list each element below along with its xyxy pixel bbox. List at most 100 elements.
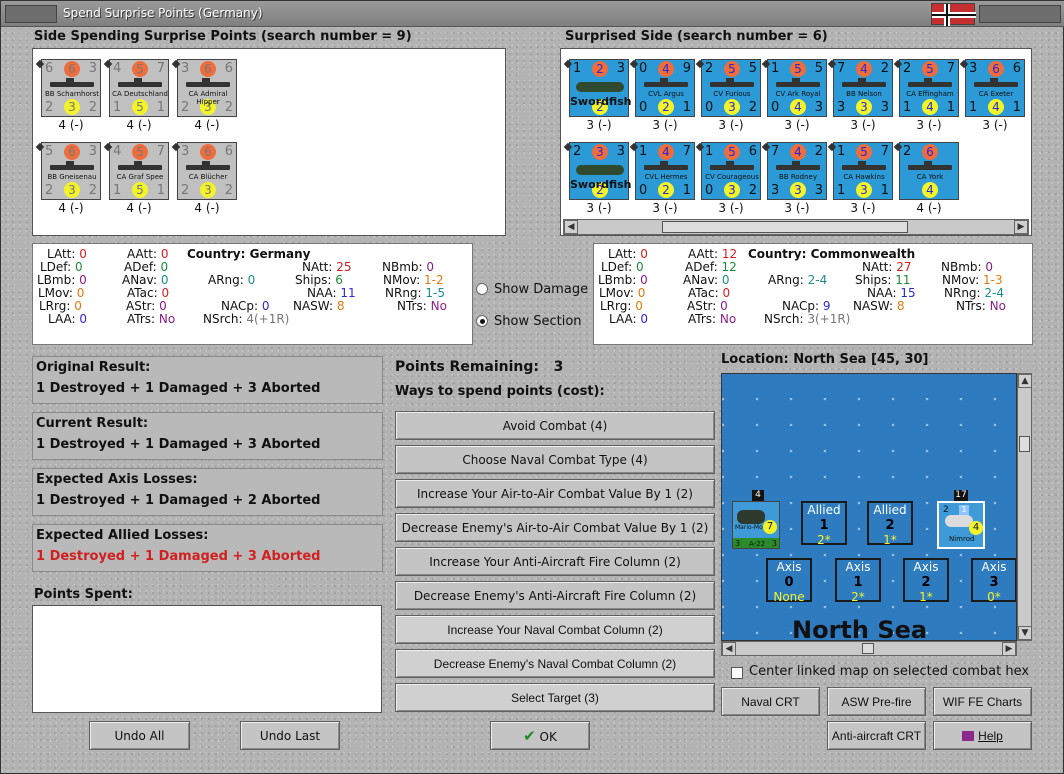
unit-counter[interactable]: 1 5 5 0 4 3 CV Ark Royal: [767, 59, 827, 117]
show-section-radio[interactable]: Show Section: [476, 314, 582, 329]
counter-caption: 4 (-): [194, 201, 220, 215]
scroll-left-arrow-icon[interactable]: ◀: [722, 642, 736, 656]
anti-aircraft-crt-button[interactable]: Anti-aircraft CRT: [827, 721, 926, 750]
scroll-down-arrow-icon[interactable]: ▼: [1018, 626, 1032, 640]
ship-icon: [776, 78, 820, 87]
spend-option-button[interactable]: Increase Your Air-to-Air Combat Value By…: [395, 479, 715, 508]
unit-counter[interactable]: 2 5 5 0 3 2 CV Furious: [701, 59, 761, 117]
unit-counter[interactable]: 7 4 2 3 3 3 BB Rodney: [767, 142, 827, 200]
center-map-checkbox[interactable]: [731, 667, 743, 679]
counter-name: CVL Hermes: [644, 173, 688, 181]
counter-bl: 1: [837, 183, 846, 198]
undo-all-button[interactable]: Undo All: [89, 721, 190, 750]
scroll-left-arrow-icon[interactable]: ◀: [564, 220, 578, 234]
unit-counter[interactable]: 3 6 6 2 3 2 CA Blücher: [177, 142, 237, 200]
map-v-scroll-thumb[interactable]: [1019, 436, 1030, 452]
counter-bl: 0: [639, 100, 648, 115]
axis-section-box[interactable]: Axis 0 None: [766, 558, 812, 604]
counter-tl: 7: [837, 61, 846, 76]
map-horizontal-scrollbar[interactable]: ◀ ▶: [721, 641, 1017, 656]
allied-section-box[interactable]: Allied 2 1*: [867, 501, 913, 547]
unit-counter[interactable]: 1 4 7 0 2 1 CVL Hermes: [635, 142, 695, 200]
aircraft-icon: [737, 510, 765, 524]
counter-tr: 5: [748, 61, 757, 76]
allied-scroll-thumb[interactable]: [662, 221, 908, 233]
unit-counter[interactable]: 6 6 3 2 3 2 BB Scharnhorst: [41, 59, 101, 117]
counter-bc: 2: [658, 182, 674, 198]
help-button[interactable]: Help: [933, 721, 1032, 750]
unit-counter[interactable]: 4 5 7 1 5 1 CA Deutschland: [109, 59, 169, 117]
allied-section-box[interactable]: Allied 1 2*: [801, 501, 847, 547]
spend-option-button[interactable]: Avoid Combat (4): [395, 411, 715, 440]
scroll-up-arrow-icon[interactable]: ▲: [1018, 374, 1032, 388]
counter-caption: 4 (-): [58, 118, 84, 132]
unit-counter[interactable]: 5 6 3 2 3 2 BB Gneisenau: [41, 142, 101, 200]
unit-counter[interactable]: 2 5 7 1 4 1 CA Effingham: [899, 59, 959, 117]
axis-section-box[interactable]: Axis 2 1*: [903, 558, 949, 604]
ok-button[interactable]: ✔ OK: [490, 721, 590, 750]
map-h-scroll-thumb[interactable]: [862, 643, 874, 654]
unit-counter[interactable]: 3 6 6 1 4 1 CA Exeter: [965, 59, 1025, 117]
counter-bc: 4: [922, 182, 938, 198]
help-book-icon: [962, 731, 975, 741]
unit-counter[interactable]: 1 5 6 0 3 2 CV Courageous: [701, 142, 761, 200]
naval-crt-button[interactable]: Naval CRT: [721, 687, 820, 716]
asw-prefire-crt-button[interactable]: ASW Pre-fire CRT: [827, 687, 926, 737]
spend-option-button[interactable]: Decrease Enemy's Air-to-Air Combat Value…: [395, 513, 715, 542]
counter-tc: 5: [856, 144, 872, 160]
scroll-right-arrow-icon[interactable]: ▶: [1002, 642, 1016, 656]
ship-icon: [644, 161, 688, 170]
window-controls[interactable]: [979, 5, 1061, 23]
counter-bl: 0: [705, 183, 714, 198]
counter-tc: 6: [64, 144, 80, 160]
ship-icon: [908, 78, 952, 87]
wif-fe-charts-button[interactable]: WIF FE Charts: [933, 687, 1032, 716]
points-spent-list[interactable]: [32, 605, 382, 713]
counter-bc: 4: [988, 99, 1004, 115]
counter-name: CA Exeter: [978, 90, 1014, 98]
ship-icon: [186, 161, 230, 170]
allied-units-scrollbar[interactable]: ◀ ▶: [563, 219, 1029, 235]
points-remaining-value: 3: [553, 359, 564, 375]
spend-option-button[interactable]: Increase Your Naval Combat Column (2): [395, 615, 715, 644]
map-vertical-scrollbar[interactable]: ▲ ▼: [1017, 373, 1032, 641]
counter-br: 2: [748, 183, 757, 198]
counter-tc: 4: [658, 144, 674, 160]
unit-counter[interactable]: 1 5 7 1 3 1 CA Hawkins: [833, 142, 893, 200]
unit-counter[interactable]: 3 6 6 2 3 2 CA Admiral Hipper: [177, 59, 237, 117]
ship-icon: [908, 161, 952, 170]
counter-br: 1: [682, 183, 691, 198]
spend-option-button[interactable]: Increase Your Anti-Aircraft Fire Column …: [395, 547, 715, 576]
spend-option-button[interactable]: Decrease Enemy's Naval Combat Column (2): [395, 649, 715, 678]
counter-tl: 0: [639, 61, 648, 76]
undo-last-button[interactable]: Undo Last: [240, 721, 340, 750]
ship-icon: [710, 161, 754, 170]
unit-counter[interactable]: 2 3 3 2 Swordfish: [569, 142, 631, 200]
window-menu-button[interactable]: [5, 5, 57, 23]
counter-tc: 4: [658, 61, 674, 77]
counter-caption: 4 (-): [194, 118, 220, 132]
unit-counter[interactable]: 1 2 3 2 Swordfish: [569, 59, 631, 117]
germany-flag-icon: [931, 3, 976, 26]
spend-option-button[interactable]: Choose Naval Combat Type (4): [395, 445, 715, 474]
unit-counter[interactable]: 7 4 2 3 3 3 BB Nelson: [833, 59, 893, 117]
spend-option-button[interactable]: Select Target (3): [395, 683, 715, 712]
map-unit-mario-moreno[interactable]: Mario-Moreno 7 3 A-22 3: [732, 501, 780, 549]
counter-tl: 2: [903, 144, 912, 159]
unit-counter[interactable]: 4 5 7 1 5 1 CA Graf Spee: [109, 142, 169, 200]
axis-section-box[interactable]: Axis 1 2*: [835, 558, 881, 604]
stack-count: 4: [752, 490, 764, 501]
unit-counter[interactable]: 0 4 9 0 2 1 CVL Argus: [635, 59, 695, 117]
show-damage-radio[interactable]: Show Damage: [476, 282, 588, 297]
unit-counter[interactable]: 2 6 4 CA York: [899, 142, 959, 200]
counter-name: BB Gneisenau: [47, 173, 97, 181]
map-view[interactable]: Allied 1 2* Allied 2 1* Axis 0 None Axis 1 2* Axis 2 1…: [721, 373, 1017, 641]
map-unit-nimrod[interactable]: 2 1 4 Nimrod: [937, 501, 985, 549]
counter-tr: 6: [224, 61, 233, 76]
scroll-right-arrow-icon[interactable]: ▶: [1014, 220, 1028, 234]
ways-to-spend-label: Ways to spend points (cost):: [395, 384, 605, 399]
counter-bc: 3: [856, 99, 872, 115]
spend-option-button[interactable]: Decrease Enemy's Anti-Aircraft Fire Colu…: [395, 581, 715, 610]
counter-tc: 4: [856, 61, 872, 77]
axis-section-box[interactable]: Axis 3 0*: [971, 558, 1016, 604]
